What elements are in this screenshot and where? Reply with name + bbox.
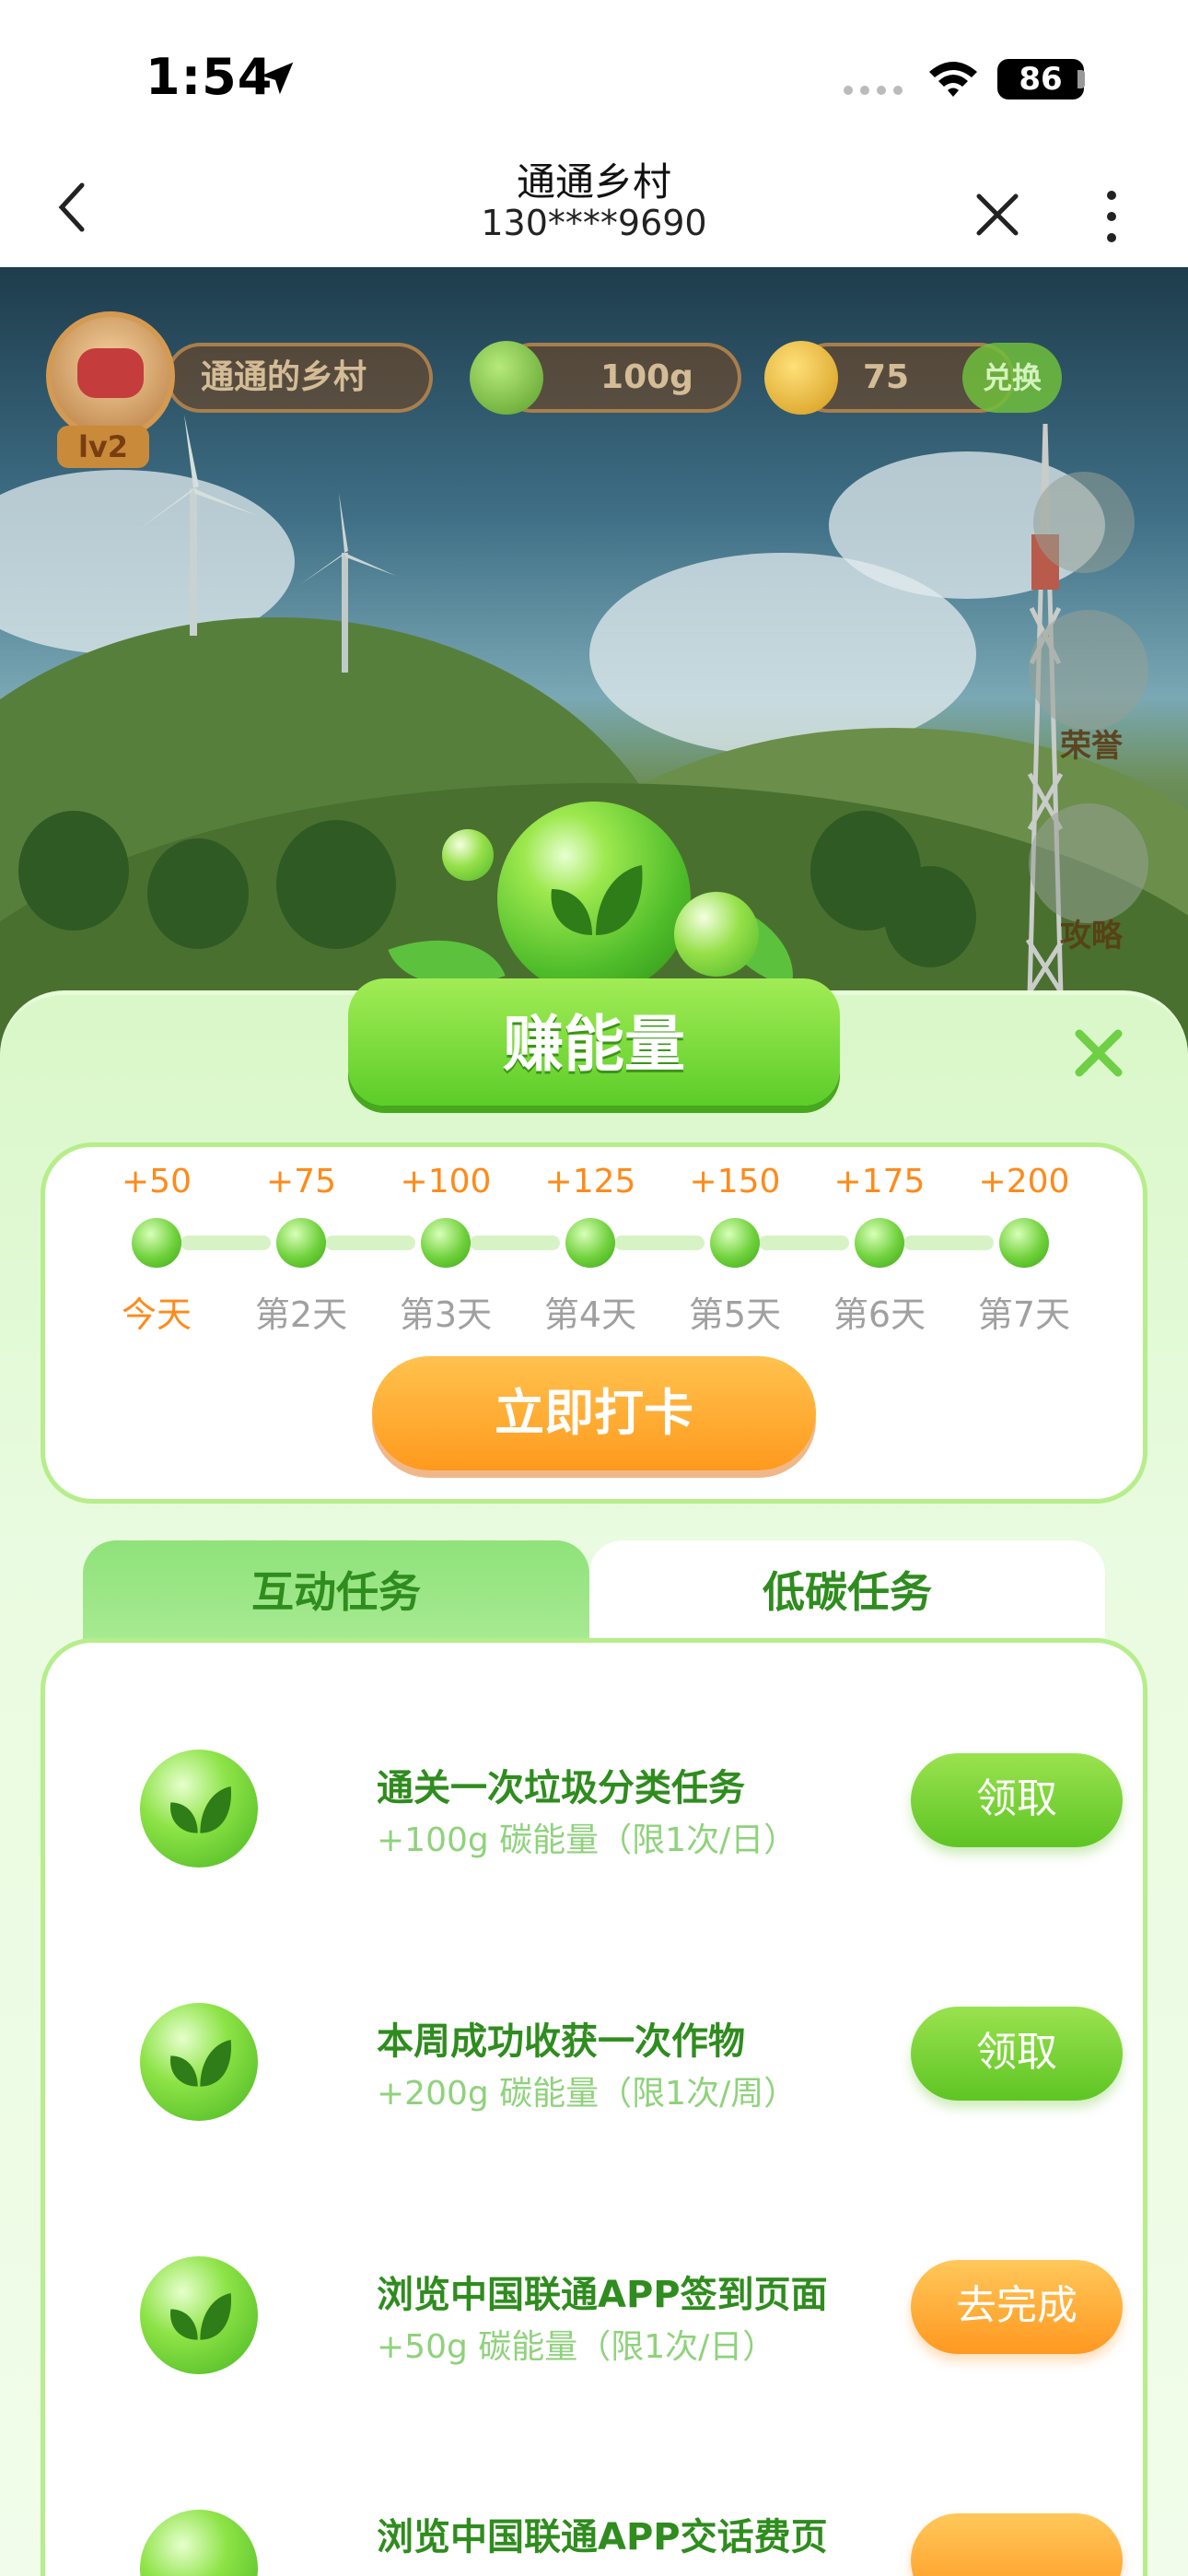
location-arrow-icon — [261, 62, 294, 95]
wind-turbine-icon — [299, 493, 396, 673]
day-reward: +75 — [266, 1163, 336, 1200]
day-label: 第4天 — [543, 1294, 637, 1335]
village-name-text: 通通的乡村 — [201, 358, 367, 396]
leaf-dot-icon — [276, 1218, 326, 1268]
energy-value: 100g — [600, 358, 693, 396]
claim-button[interactable]: 领取 — [911, 2007, 1123, 2101]
leaf-energy-icon — [470, 341, 543, 415]
day-reward: +200 — [978, 1163, 1070, 1200]
guide-button[interactable] — [1029, 803, 1148, 923]
progress-track — [759, 1235, 849, 1250]
day-reward: +175 — [833, 1163, 926, 1200]
day-label: 第6天 — [833, 1294, 926, 1335]
honor-button[interactable] — [1029, 610, 1148, 730]
leaf-task-icon — [140, 2256, 258, 2374]
signal-dots-icon — [844, 86, 903, 95]
more-options-icon[interactable] — [1101, 186, 1123, 247]
progress-track — [614, 1235, 705, 1250]
stars-value: 75 — [862, 358, 910, 396]
exchange-button[interactable]: 兑换 — [962, 343, 1062, 413]
status-time: 1:54 — [146, 48, 274, 106]
energy-bubble — [442, 829, 494, 881]
leaf-dot-icon — [421, 1218, 471, 1268]
leaf-dot-icon — [855, 1218, 904, 1268]
star-icon — [764, 341, 838, 415]
tab-low-carbon-tasks[interactable]: 低碳任务 — [589, 1540, 1105, 1642]
settings-gear-icon[interactable] — [1033, 472, 1135, 573]
claim-button[interactable]: 领取 — [911, 1753, 1123, 1847]
leaf-task-icon — [140, 2003, 258, 2121]
task-list: 通关一次垃圾分类任务 +100g 碳能量（限1次/日） 领取 本周成功收获一次作… — [41, 1638, 1147, 2576]
leaf-dot-icon — [710, 1218, 760, 1268]
day-label: 第7天 — [977, 1294, 1071, 1335]
tree — [147, 838, 249, 949]
wifi-icon — [929, 62, 977, 97]
task-reward-text: +100g 碳能量（限1次/日） — [377, 1821, 798, 1859]
sprout-icon — [551, 865, 643, 935]
day-reward: +150 — [689, 1163, 781, 1200]
day-label: 第5天 — [688, 1294, 782, 1335]
tree — [18, 811, 129, 931]
leaf-task-icon — [140, 1750, 258, 1868]
battery-indicator: 86 — [997, 59, 1084, 100]
panel-close-icon[interactable] — [1070, 1025, 1127, 1082]
leaf-dot-icon — [999, 1218, 1049, 1268]
tree — [276, 820, 396, 949]
leaf-task-icon — [140, 2510, 258, 2576]
village-name-pill[interactable]: 通通的乡村 — [166, 343, 433, 413]
tree — [884, 866, 976, 967]
leaf-dot-icon — [132, 1218, 181, 1268]
task-title: 通关一次垃圾分类任务 — [377, 1767, 745, 1809]
avatar[interactable] — [46, 311, 175, 440]
day-reward: +100 — [400, 1163, 492, 1200]
honor-label: 荣誉 — [1060, 728, 1123, 765]
progress-track — [181, 1235, 271, 1250]
close-icon[interactable] — [972, 189, 1023, 240]
level-badge: lv2 — [57, 426, 149, 468]
energy-ball-icon — [497, 802, 691, 995]
task-reward-text: +50g 碳能量（限1次/日） — [377, 2328, 776, 2366]
go-complete-button[interactable] — [911, 2513, 1123, 2576]
energy-bubble — [674, 892, 759, 977]
nav-bar: 通通乡村 130****9690 — [0, 138, 1188, 267]
checkin-button[interactable]: 立即打卡 — [372, 1356, 816, 1470]
day-reward: +125 — [544, 1163, 636, 1200]
battery-tip — [1077, 70, 1085, 88]
panel-title: 赚能量 — [503, 1009, 685, 1080]
day-label: 今天 — [121, 1294, 192, 1335]
tab-interactive-tasks[interactable]: 互动任务 — [83, 1540, 589, 1642]
go-complete-button[interactable]: 去完成 — [911, 2260, 1123, 2354]
day-reward: +50 — [122, 1163, 192, 1200]
progress-track — [325, 1235, 415, 1250]
status-bar: 1:54 86 — [0, 0, 1188, 138]
robot-face-icon — [77, 348, 144, 398]
task-title: 浏览中国联通APP交话费页 — [377, 2516, 828, 2558]
day-label: 第3天 — [399, 1294, 493, 1335]
guide-label: 攻略 — [1060, 918, 1123, 954]
day-label: 第2天 — [254, 1294, 348, 1335]
task-reward-text: +200g 碳能量（限1次/周） — [377, 2075, 798, 2113]
task-title: 本周成功收获一次作物 — [377, 2020, 745, 2063]
progress-track — [470, 1235, 560, 1250]
leaf-dot-icon — [565, 1218, 615, 1268]
progress-track — [903, 1235, 994, 1250]
task-title: 浏览中国联通APP签到页面 — [377, 2274, 828, 2316]
